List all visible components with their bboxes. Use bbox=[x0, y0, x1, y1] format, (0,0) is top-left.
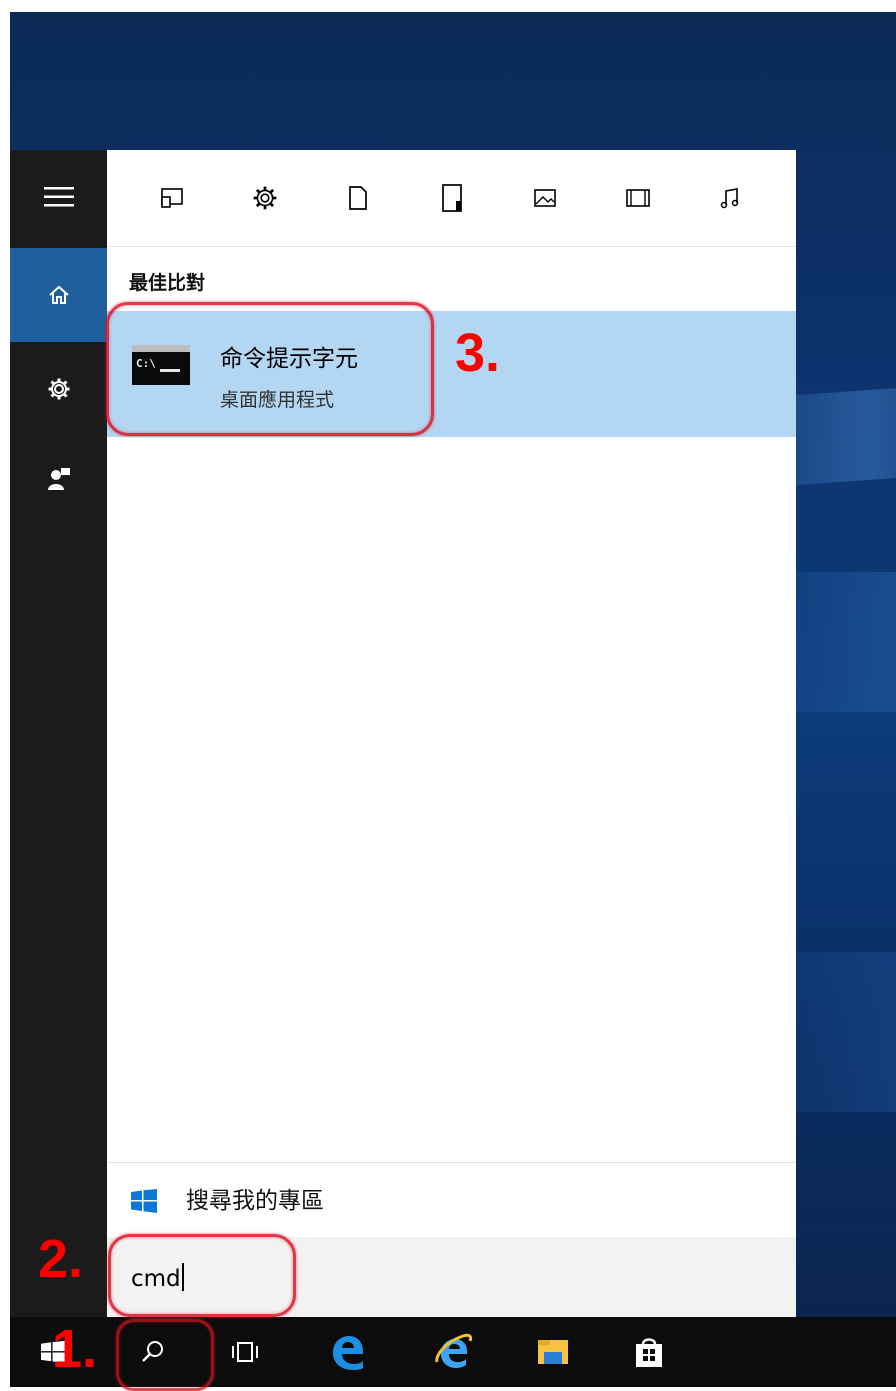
filter-folders-button[interactable] bbox=[434, 180, 470, 216]
annotation-ring-searchbox bbox=[108, 1234, 296, 1317]
annotation-step-3: 3. bbox=[455, 323, 501, 383]
internet-explorer-button[interactable] bbox=[418, 1317, 488, 1387]
annotation-ring-search-button bbox=[116, 1319, 214, 1391]
videos-icon bbox=[626, 189, 650, 207]
task-view-button[interactable] bbox=[210, 1317, 280, 1387]
annotation-step-2: 2. bbox=[38, 1229, 84, 1289]
feedback-icon bbox=[47, 468, 70, 490]
file-explorer-button[interactable] bbox=[518, 1317, 588, 1387]
settings-icon bbox=[48, 378, 69, 400]
documents-icon bbox=[349, 186, 367, 210]
search-my-stuff-button[interactable]: 搜尋我的專區 bbox=[107, 1162, 796, 1239]
filter-videos-button[interactable] bbox=[620, 180, 656, 216]
windows-logo-icon bbox=[131, 1189, 157, 1213]
hamburger-menu-button[interactable] bbox=[10, 150, 107, 244]
annotation-ring-result bbox=[106, 302, 434, 436]
filter-photos-button[interactable] bbox=[527, 180, 563, 216]
annotation-step-1: 1. bbox=[52, 1319, 98, 1379]
start-left-rail bbox=[10, 150, 107, 1317]
settings-icon bbox=[253, 186, 277, 210]
store-icon bbox=[636, 1338, 662, 1367]
settings-button[interactable] bbox=[10, 342, 107, 436]
home-button[interactable] bbox=[10, 248, 107, 342]
filter-documents-button[interactable] bbox=[340, 180, 376, 216]
search-filter-bar bbox=[107, 150, 796, 247]
music-icon bbox=[720, 188, 739, 209]
internet-explorer-icon bbox=[435, 1333, 473, 1368]
search-my-stuff-label: 搜尋我的專區 bbox=[186, 1188, 324, 1214]
edge-icon bbox=[333, 1336, 363, 1370]
filter-music-button[interactable] bbox=[712, 180, 748, 216]
filter-apps-button[interactable] bbox=[154, 180, 190, 216]
filter-settings-button[interactable] bbox=[247, 180, 283, 216]
home-icon bbox=[48, 285, 69, 304]
task-view-icon bbox=[232, 1342, 258, 1362]
feedback-button[interactable] bbox=[10, 432, 107, 526]
edge-button[interactable] bbox=[312, 1317, 382, 1387]
photos-icon bbox=[534, 189, 556, 207]
folders-icon bbox=[442, 184, 462, 212]
best-match-heading: 最佳比對 bbox=[129, 272, 206, 294]
hamburger-menu-icon bbox=[43, 187, 74, 207]
store-button[interactable] bbox=[614, 1317, 684, 1387]
file-explorer-icon bbox=[538, 1340, 568, 1364]
apps-icon bbox=[161, 188, 183, 208]
